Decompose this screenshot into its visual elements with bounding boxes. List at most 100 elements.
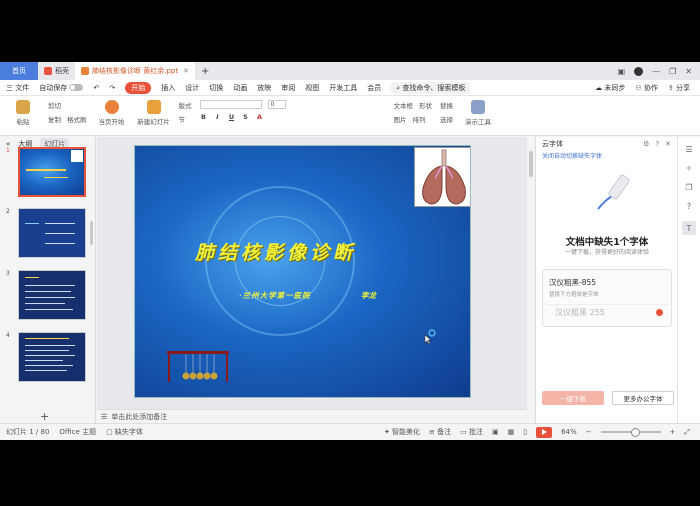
bold-icon[interactable]: B <box>200 113 208 121</box>
reading-view-icon[interactable]: ▯ <box>523 428 527 436</box>
zoom-slider[interactable] <box>600 428 661 437</box>
menu-item-developer[interactable]: 开发工具 <box>329 83 357 93</box>
ppt-file-icon <box>81 67 89 75</box>
sorter-view-icon[interactable]: ▦ <box>508 428 515 436</box>
menu-item-review[interactable]: 审阅 <box>281 83 295 93</box>
restore-icon[interactable]: ❐ <box>669 67 676 76</box>
thumbnail-line <box>25 355 75 356</box>
shape-button[interactable]: 形状 <box>419 100 432 110</box>
notes-area[interactable]: ☰ 单击此处添加备注 <box>97 409 527 423</box>
share-label: 分享 <box>676 83 690 92</box>
presenter-tools-button[interactable]: 演示工具 <box>461 100 495 126</box>
lung-illustration[interactable] <box>414 147 470 207</box>
slide-title[interactable]: 肺结核影像诊断 <box>195 238 445 265</box>
italic-icon[interactable]: I <box>214 113 222 121</box>
one-click-download-button[interactable]: 一键下载 <box>542 391 604 405</box>
zoom-out-icon[interactable]: − <box>586 428 592 436</box>
layout-button[interactable]: 版式 <box>179 100 192 110</box>
add-slide-icon[interactable]: + <box>40 410 49 423</box>
share-button[interactable]: ⇪ 分享 <box>668 83 690 93</box>
thumbnail-scrollbar[interactable] <box>90 221 93 245</box>
section-button[interactable]: 节 <box>179 114 186 124</box>
replace-button[interactable]: 替换 <box>440 100 453 110</box>
comments-label: 批注 <box>468 428 483 436</box>
thumbnail-number: 4 <box>6 332 10 339</box>
fit-window-icon[interactable]: ⤢ <box>684 428 690 437</box>
slide-thumbnail-3[interactable] <box>18 270 86 320</box>
tab-document[interactable]: 肺结核影像诊断 黄红余.ppt ✕ <box>75 62 195 80</box>
copy-icon[interactable]: ❐ <box>685 183 692 192</box>
menu-item-animation[interactable]: 动画 <box>233 83 247 93</box>
arrange-button[interactable]: 排列 <box>413 114 426 124</box>
missing-font-status[interactable]: ▢ 缺失字体 <box>106 427 143 437</box>
menu-item-design[interactable]: 设计 <box>185 83 199 93</box>
thumbnail-image <box>71 150 83 162</box>
autosave-toggle[interactable]: 自动保存 <box>39 83 84 93</box>
text-box-button[interactable]: 文本框 <box>394 100 414 110</box>
font-color-icon[interactable]: A <box>256 113 264 121</box>
menu-item-member[interactable]: 会员 <box>367 83 381 93</box>
canvas-scroll-thumb[interactable] <box>529 151 533 177</box>
tab-home[interactable]: 首页 <box>0 62 38 80</box>
menu-item-view[interactable]: 视图 <box>305 83 319 93</box>
font-name-field[interactable] <box>199 100 262 109</box>
font-size-field[interactable]: 0 <box>267 100 286 109</box>
slide-subtitle[interactable]: ·兰州大学第一医院 <box>239 290 311 301</box>
minimize-icon[interactable]: — <box>652 67 660 76</box>
notes-toggle[interactable]: ≡ 备注 <box>429 427 451 437</box>
avatar[interactable] <box>634 66 644 76</box>
pin-icon[interactable]: ✧ <box>686 164 693 173</box>
slide-author[interactable]: 李龙 <box>361 290 376 301</box>
slide-thumbnail-1[interactable] <box>18 147 86 197</box>
tab-wps[interactable]: 稻壳 <box>38 62 75 80</box>
new-tab-button[interactable]: + <box>195 62 215 80</box>
settings-icon[interactable]: ⚙ <box>643 140 649 148</box>
smart-beautify-button[interactable]: ✦ 智能美化 <box>384 427 420 437</box>
more-fonts-button[interactable]: 更多办公字体 <box>612 391 674 405</box>
file-menu[interactable]: 三 文件 <box>6 83 29 93</box>
window-layout-icon[interactable]: ▣ <box>618 67 626 76</box>
redo-icon[interactable]: ↷ <box>109 84 115 92</box>
text-font-icon[interactable]: T <box>682 221 696 235</box>
slideshow-play-icon[interactable] <box>536 426 553 438</box>
new-slide-button[interactable]: 新建幻灯片 <box>137 100 171 126</box>
comments-toggle[interactable]: ▭ 批注 <box>460 427 483 437</box>
menu-item-transition[interactable]: 切换 <box>209 83 223 93</box>
command-search[interactable]: ⌕ 查找命令、搜索模板 <box>391 81 471 94</box>
select-button[interactable]: 选择 <box>440 114 453 124</box>
zoom-level[interactable]: 64% <box>561 428 577 436</box>
adjust-icon[interactable]: ☰ <box>685 145 692 154</box>
newtons-cradle-image[interactable] <box>165 349 231 383</box>
current-slide[interactable]: 肺结核影像诊断 ·兰州大学第一医院 李龙 <box>134 145 471 398</box>
slide-thumbnail-2[interactable] <box>18 208 86 258</box>
format-painter-button[interactable]: 格式刷 <box>67 114 87 124</box>
collab-button[interactable]: ⚇ 协作 <box>635 83 658 93</box>
close-window-icon[interactable]: ✕ <box>685 67 692 76</box>
close-tab-icon[interactable]: ✕ <box>183 67 189 75</box>
help-icon[interactable]: ? <box>655 140 659 148</box>
auto-switch-link[interactable]: 关闭自动切换缺失字体 <box>536 151 677 160</box>
thumbnail-title-line <box>25 277 39 278</box>
zoom-in-icon[interactable]: + <box>670 428 676 436</box>
help-circle-icon[interactable]: ? <box>687 202 691 211</box>
sync-status[interactable]: ☁ 未同步 <box>595 83 625 93</box>
cut-button[interactable]: 剪切 <box>48 100 61 110</box>
missing-font-card[interactable]: 汉仪粗黑-855 替换下方粗体是字体 汉仪粗黑 255 <box>542 269 672 327</box>
thumbnail-line <box>25 360 63 361</box>
picture-button[interactable]: 图片 <box>394 114 407 124</box>
undo-icon[interactable]: ↶ <box>93 84 99 92</box>
normal-view-icon[interactable]: ▣ <box>492 428 499 436</box>
slide-thumbnail-4[interactable] <box>18 332 86 382</box>
strike-icon[interactable]: S <box>242 113 250 121</box>
download-badge-icon[interactable] <box>656 309 663 316</box>
paste-button[interactable]: 粘贴 <box>6 100 40 126</box>
menu-item-insert[interactable]: 插入 <box>161 83 175 93</box>
menu-item-home[interactable]: 开始 <box>125 81 152 94</box>
underline-icon[interactable]: U <box>228 113 236 121</box>
thumbnail-title-line <box>26 169 66 171</box>
canvas-scrollbar[interactable] <box>527 137 535 423</box>
close-panel-icon[interactable]: ✕ <box>665 140 671 148</box>
menu-item-slideshow[interactable]: 放映 <box>257 83 271 93</box>
copy-button[interactable]: 复制 <box>48 114 61 124</box>
from-current-button[interactable]: 当页开始 <box>95 100 129 126</box>
